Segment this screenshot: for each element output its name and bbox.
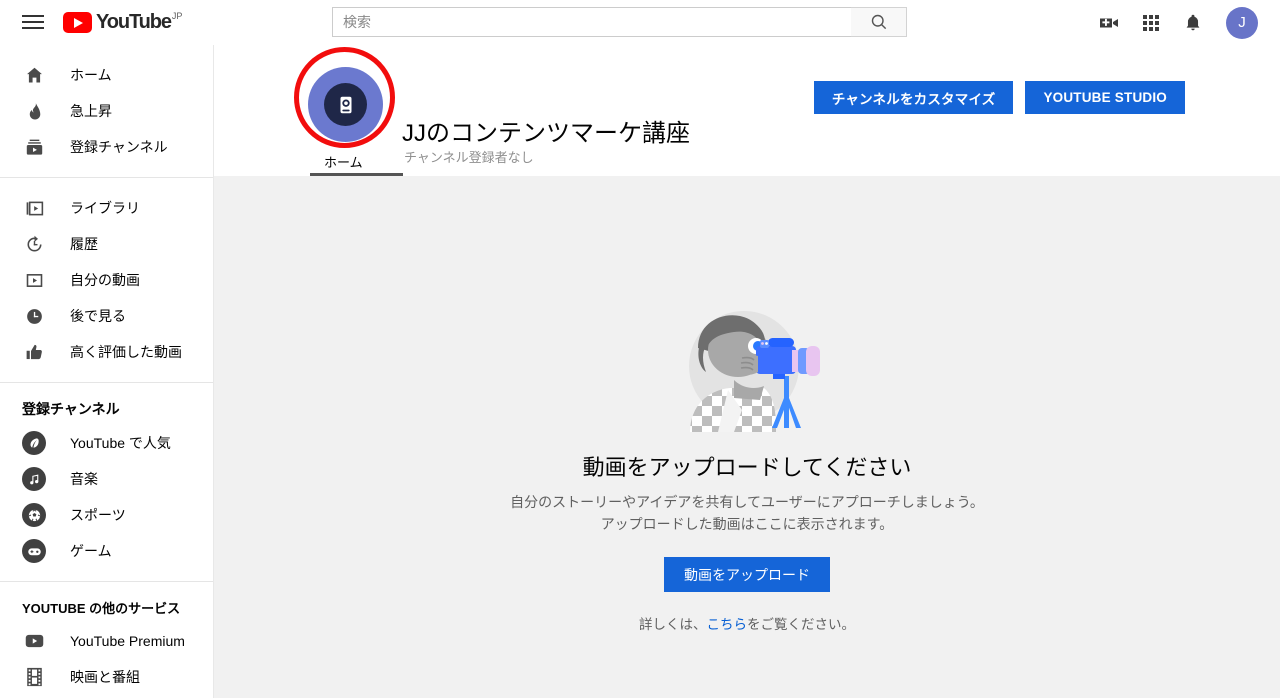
learn-more-prefix: 詳しくは、 [639,617,707,632]
tab-home[interactable]: ホーム [310,146,377,176]
sidebar-more-heading: YOUTUBE の他のサービス [22,601,181,616]
sidebar-item-sports[interactable]: スポーツ [0,497,213,533]
hamburger-line [22,21,44,23]
sidebar-label: ゲーム [70,543,112,559]
sidebar-library-group: ライブラリ 履歴 自分の動画 後で見る 高く評価した動画 [0,178,213,382]
youtube-apps-button[interactable] [1130,0,1172,45]
search-icon [871,14,886,30]
learn-more-text: 詳しくは、こちらをご覧ください。 [639,613,855,633]
sidebar-item-library[interactable]: ライブラリ [0,190,213,226]
video-camera-plus-icon [1100,18,1118,27]
upload-video-button[interactable]: 動画をアップロード [664,557,830,592]
notifications-button[interactable] [1172,0,1214,45]
channel-avatar[interactable] [308,67,383,142]
sidebar-item-your-videos[interactable]: 自分の動画 [0,262,213,298]
search-input[interactable]: 検索 [332,7,852,37]
trending-flame-icon [22,99,46,123]
sidebar-more-group: YOUTUBE の他のサービス YouTube Premium 映画と番組 [0,582,213,698]
film-strip-icon [22,665,46,689]
channel-avatar-gaming-icon [22,539,46,563]
watch-later-clock-icon [22,304,46,328]
empty-state: 動画をアップロードしてください 自分のストーリーやアイデアを共有してユーザーにア… [214,176,1280,698]
sidebar-item-youtube-premium[interactable]: YouTube Premium [0,623,213,659]
sidebar-label: 履歴 [70,236,98,252]
youtube-premium-icon [22,629,46,653]
channel-avatar-music-icon [22,467,46,491]
youtube-play-icon [63,12,92,33]
sidebar-subscriptions-heading: 登録チャンネル [22,401,120,417]
avatar-circle [22,503,46,527]
home-icon [22,63,46,87]
youtube-country-code: JP [171,11,183,21]
library-icon [22,196,46,220]
person-with-video-camera-illustration [672,306,822,432]
sidebar-label: YouTube で人気 [70,435,171,451]
sidebar-label: YouTube Premium [70,633,185,649]
channel-avatar-inner [324,83,367,126]
top-bar: YouTube JP 検索 J [0,0,1280,45]
youtube-logo[interactable]: YouTube JP [63,11,182,33]
sidebar-item-watch-later[interactable]: 後で見る [0,298,213,334]
sidebar-label: 映画と番組 [70,669,140,685]
sidebar-item-music[interactable]: 音楽 [0,461,213,497]
sidebar-item-popular-on-youtube[interactable]: YouTube で人気 [0,425,213,461]
channel-avatar-popular-icon [22,431,46,455]
channel-avatar-sports-icon [22,503,46,527]
learn-more-suffix: をご覧ください。 [747,617,855,632]
sidebar-item-gaming[interactable]: ゲーム [0,533,213,569]
channel-subscriber-count: チャンネル登録者なし [404,150,534,165]
learn-more-link[interactable]: こちら [707,617,748,632]
sidebar-item-home[interactable]: ホーム [0,57,213,93]
avatar-circle [22,431,46,455]
youtube-logo-text: YouTube [96,11,172,33]
camera-avatar-icon [340,96,351,113]
your-videos-icon [22,268,46,292]
youtube-channel-page: YouTube JP 検索 J ホーム 急上昇 登録チャンネル ライブラリ 履歴… [0,0,1280,698]
sidebar-subscriptions-group: 登録チャンネル YouTube で人気 音楽 スポーツ ゲーム [0,383,213,581]
channel-action-buttons: チャンネルをカスタマイズ YOUTUBE STUDIO [813,81,1185,114]
sidebar-label: 自分の動画 [70,272,140,288]
main-content: JJのコンテンツマーケ講座 チャンネル登録者なし チャンネルをカスタマイズ YO… [214,45,1280,698]
sidebar-label: スポーツ [70,507,126,523]
subscriptions-icon [22,135,46,159]
youtube-studio-button[interactable]: YOUTUBE STUDIO [1025,81,1185,114]
sidebar-label: ライブラリ [70,200,140,216]
empty-state-title: 動画をアップロードしてください [582,455,912,480]
top-bar-actions: J [1088,0,1258,45]
empty-state-description-line1: 自分のストーリーやアイデアを共有してユーザーにアプローチしましょう。 [510,494,984,510]
sidebar-item-history[interactable]: 履歴 [0,226,213,262]
search-button[interactable] [851,7,907,37]
apps-grid-icon [1143,14,1159,31]
avatar-circle [22,467,46,491]
channel-tabs: ホーム [310,146,377,176]
sidebar-primary-group: ホーム 急上昇 登録チャンネル [0,45,213,177]
hamburger-line [22,15,44,17]
sidebar-item-subscriptions[interactable]: 登録チャンネル [0,129,213,165]
bell-icon [1186,14,1200,30]
sidebar-label: 急上昇 [70,103,112,119]
sidebar-label: 高く評価した動画 [70,344,182,360]
history-icon [22,232,46,256]
sidebar-item-movies-and-shows[interactable]: 映画と番組 [0,659,213,695]
search-placeholder: 検索 [343,14,371,30]
sidebar-item-liked-videos[interactable]: 高く評価した動画 [0,334,213,370]
hamburger-menu-icon[interactable] [22,12,44,32]
channel-title: JJのコンテンツマーケ講座 [402,120,690,147]
customize-channel-button[interactable]: チャンネルをカスタマイズ [813,81,1014,114]
avatar-circle [22,539,46,563]
sidebar-label: ホーム [70,67,112,83]
sidebar: ホーム 急上昇 登録チャンネル ライブラリ 履歴 自分の動画 後で見る 高く評価… [0,45,214,698]
empty-state-description-line2: アップロードした動画はここに表示されます。 [600,516,894,532]
thumbs-up-icon [22,340,46,364]
hamburger-line [22,27,44,29]
sidebar-label: 後で見る [70,308,126,324]
channel-header: JJのコンテンツマーケ講座 チャンネル登録者なし チャンネルをカスタマイズ YO… [214,45,1280,176]
sidebar-label: 登録チャンネル [70,139,168,155]
sidebar-item-trending[interactable]: 急上昇 [0,93,213,129]
sidebar-label: 音楽 [70,471,98,487]
create-video-button[interactable] [1088,0,1130,45]
account-avatar[interactable]: J [1226,6,1258,39]
